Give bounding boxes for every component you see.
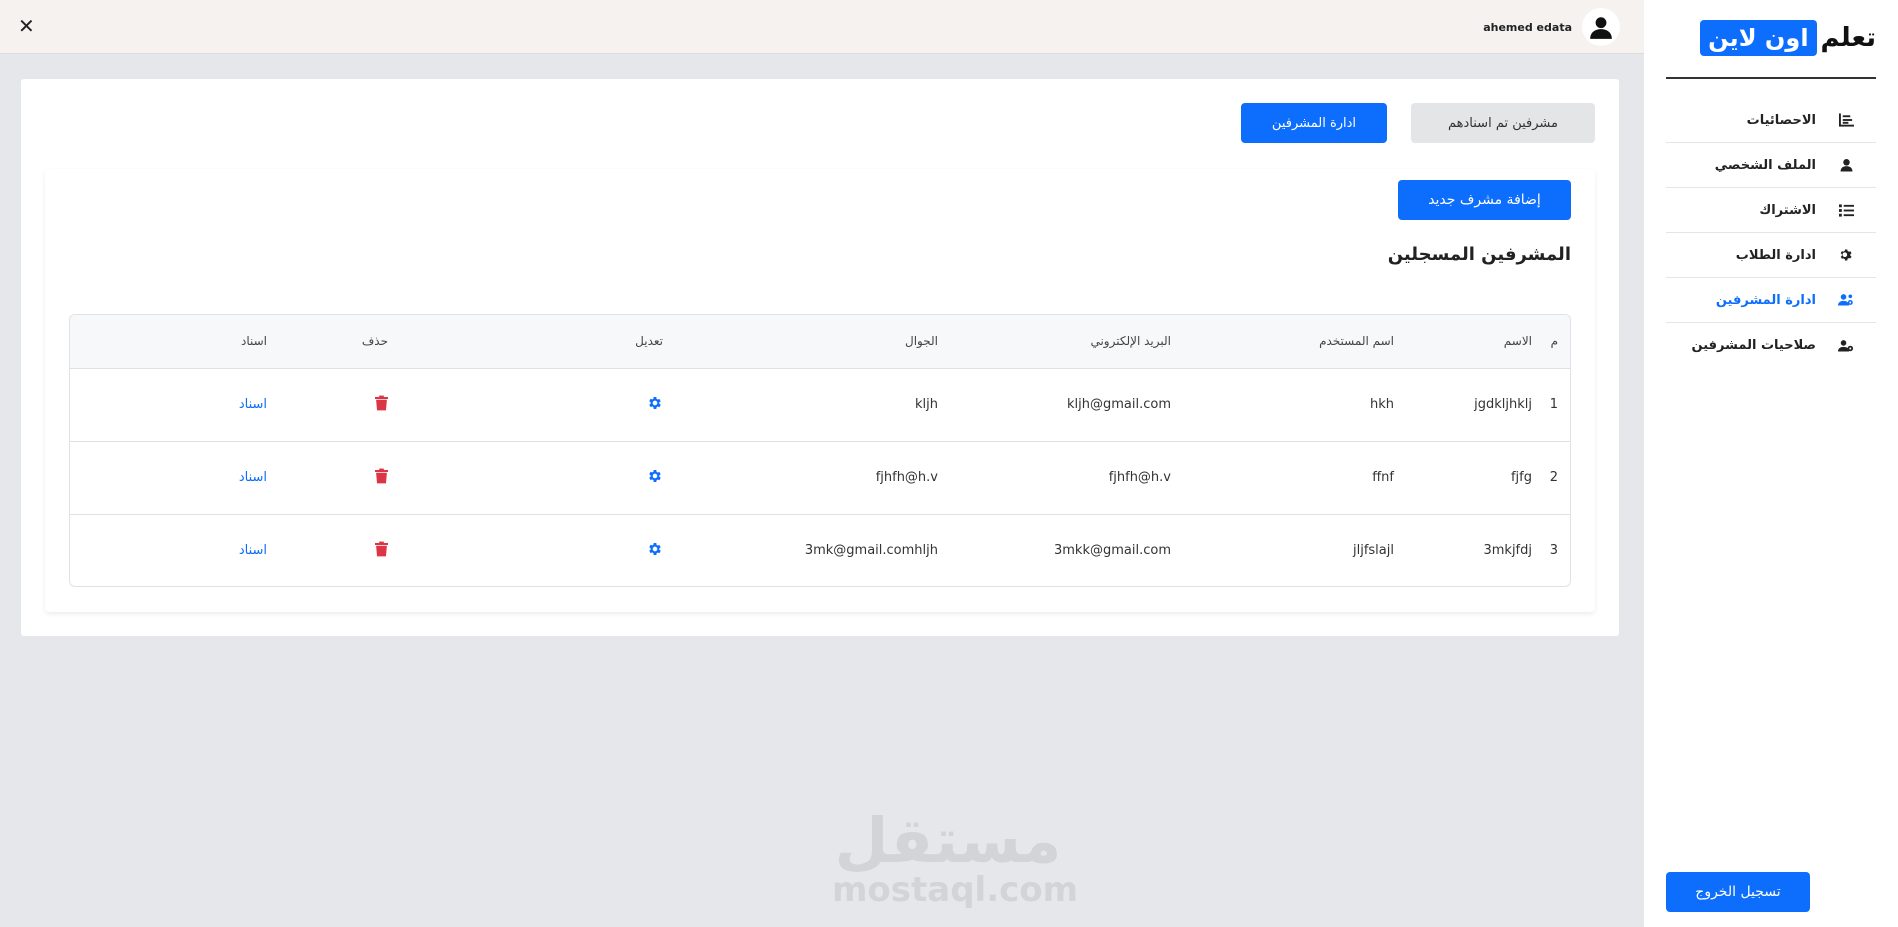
supervisors-card: إضافة مشرف جديد المشرفين المسجلين م الاس…	[45, 169, 1595, 612]
cell-name: 3mkjfdj	[1483, 543, 1532, 559]
cell-num: 1	[1549, 397, 1558, 412]
cell-name: fjfg	[1510, 470, 1532, 485]
sidebar-item-subscription[interactable]: الاشتراك	[1666, 188, 1876, 233]
user-menu[interactable]: ahemed edata	[1483, 8, 1620, 46]
table-header-row: م الاسم اسم المستخدم البريد الإلكتروني ا…	[70, 315, 1570, 368]
sidebar-item-label: الملف الشخصي	[1714, 157, 1816, 173]
trash-icon[interactable]	[375, 395, 388, 415]
sidebar-item-label: الاشتراك	[1759, 202, 1816, 218]
cell-phone: 3mk@gmail.comhljh	[804, 543, 938, 559]
cell-email: fjhfh@h.v	[1108, 470, 1171, 485]
edit-gear-icon[interactable]	[647, 395, 663, 415]
users-icon	[1838, 292, 1854, 308]
section-title: المشرفين المسجلين	[1387, 244, 1571, 265]
assign-link[interactable]: اسناد	[239, 397, 267, 412]
cell-num: 3	[1549, 543, 1558, 559]
col-header-edit: تعديل	[635, 334, 663, 349]
cell-delete	[267, 514, 388, 586]
sidebar-item-label: الاحصائيات	[1746, 112, 1816, 128]
cell-name: jgdkljhklj	[1474, 397, 1532, 412]
col-header-phone: الجوال	[905, 334, 938, 349]
top-bar: ✕ ahemed edata	[0, 0, 1644, 54]
assign-link[interactable]: اسناد	[239, 543, 267, 558]
tab-manage-supervisors[interactable]: ادارة المشرفين	[1241, 103, 1387, 143]
brand-logo[interactable]: تعلم اون لاين	[1700, 20, 1876, 56]
sidebar-item-label: ادارة المشرفين	[1715, 292, 1816, 308]
cell-email: kljh@gmail.com	[1067, 397, 1171, 412]
cell-edit	[388, 368, 663, 441]
col-header-username: اسم المستخدم	[1319, 334, 1394, 349]
cell-num: 2	[1549, 470, 1558, 485]
cell-username: hkh	[1369, 397, 1394, 412]
col-header-num: م	[1550, 334, 1558, 349]
close-icon[interactable]: ✕	[18, 14, 35, 38]
edit-gear-icon[interactable]	[647, 468, 663, 488]
sidebar-item-statistics[interactable]: الاحصائيات	[1666, 98, 1876, 143]
cell-assign: اسناد	[70, 368, 267, 441]
col-header-assign: اسناد	[240, 334, 267, 349]
cell-phone: fjhfh@h.v	[875, 470, 938, 485]
trash-icon[interactable]	[375, 468, 388, 488]
brand-part1: تعلم	[1820, 23, 1876, 53]
trash-icon[interactable]	[375, 541, 388, 561]
cell-username: jljfslajl	[1353, 543, 1394, 559]
cell-edit	[388, 514, 663, 586]
sidebar: تعلم اون لاين الاحصائيات الملف الشخصي ال…	[1644, 0, 1898, 927]
cell-delete	[267, 368, 388, 441]
watermark: مستقل mostaql.com	[832, 804, 1079, 910]
table-row: 3 3mkjfdj jljfslajl 3mkk@gmail.com 3mk@g…	[70, 514, 1570, 586]
watermark-latin: mostaql.com	[832, 870, 1079, 910]
cell-username: ffnf	[1372, 470, 1394, 485]
list-icon	[1838, 202, 1854, 218]
cell-email: 3mkk@gmail.com	[1054, 543, 1171, 559]
add-supervisor-button[interactable]: إضافة مشرف جديد	[1398, 180, 1571, 220]
cell-phone: kljh	[915, 397, 938, 412]
assign-link[interactable]: اسناد	[239, 470, 267, 485]
chart-icon	[1838, 112, 1854, 128]
supervisors-table: م الاسم اسم المستخدم البريد الإلكتروني ا…	[69, 314, 1571, 587]
table-row: 1 jgdkljhklj hkh kljh@gmail.com kljh اسن…	[70, 368, 1570, 441]
user-gear-icon	[1838, 338, 1854, 354]
brand-part2: اون لاين	[1700, 20, 1817, 56]
sidebar-item-permissions[interactable]: صلاحيات المشرفين	[1666, 323, 1876, 368]
sidebar-divider	[1666, 77, 1876, 79]
sidebar-item-label: صلاحيات المشرفين	[1691, 338, 1816, 353]
watermark-arabic: مستقل	[834, 804, 1062, 877]
gear-icon	[1838, 247, 1854, 263]
tab-assigned-supervisors[interactable]: مشرفين تم اسنادهم	[1411, 103, 1595, 143]
user-icon	[1838, 157, 1854, 173]
edit-gear-icon[interactable]	[647, 541, 663, 561]
cell-delete	[267, 441, 388, 514]
col-header-email: البريد الإلكتروني	[1090, 334, 1171, 349]
sidebar-item-students[interactable]: ادارة الطلاب	[1666, 233, 1876, 278]
cell-edit	[388, 441, 663, 514]
cell-assign: اسناد	[70, 441, 267, 514]
table-row: 2 fjfg ffnf fjhfh@h.v fjhfh@h.v اسناد	[70, 441, 1570, 514]
avatar[interactable]	[1582, 8, 1620, 46]
sidebar-item-label: ادارة الطلاب	[1735, 247, 1816, 263]
col-header-name: الاسم	[1503, 334, 1532, 349]
logout-button[interactable]: تسجيل الخروج	[1666, 872, 1810, 912]
main-panel: مشرفين تم اسنادهم ادارة المشرفين إضافة م…	[21, 79, 1619, 636]
sidebar-item-profile[interactable]: الملف الشخصي	[1666, 143, 1876, 188]
username: ahemed edata	[1483, 20, 1572, 34]
sidebar-nav: الاحصائيات الملف الشخصي الاشتراك ادارة ا…	[1666, 98, 1876, 368]
cell-assign: اسناد	[70, 514, 267, 586]
user-avatar-icon	[1590, 17, 1612, 39]
col-header-delete: حذف	[361, 334, 388, 349]
sidebar-item-supervisors[interactable]: ادارة المشرفين	[1666, 278, 1876, 323]
